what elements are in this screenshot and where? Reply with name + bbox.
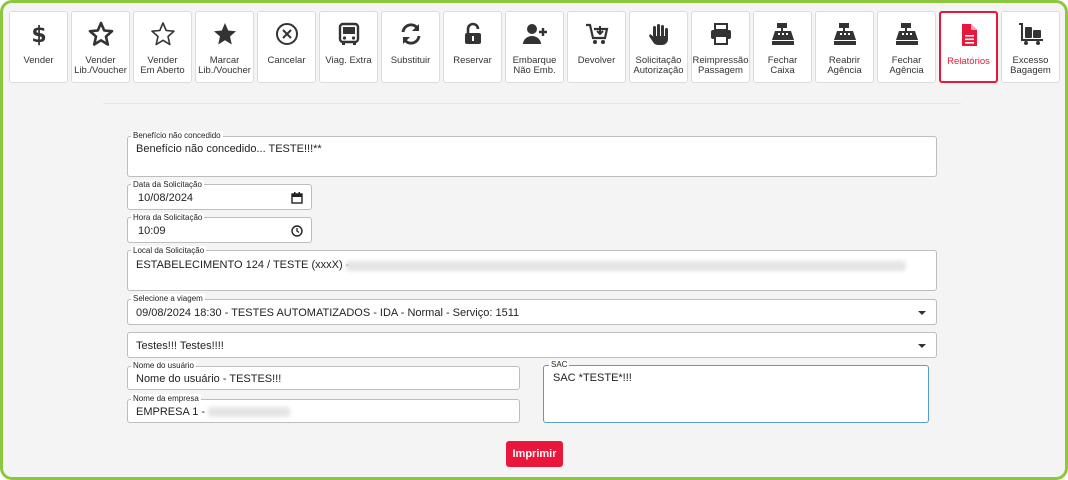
viagem-value: 09/08/2024 18:30 - TESTES AUTOMATIZADOS … [136,307,520,319]
cash-register-icon [832,12,858,56]
viagem-label: Selecione a viagem [131,294,205,303]
sac-textarea[interactable]: SAC *TESTE*!!! [543,365,929,423]
usuario-label: Nome do usuário [131,361,196,370]
dollar-icon: $ [26,12,52,56]
imprimir-button[interactable]: Imprimir [506,441,563,467]
toolbar-button-cancelar[interactable]: Cancelar [257,11,316,83]
empresa-value: EMPRESA 1 - [136,406,206,418]
empresa-label: Nome da empresa [131,394,201,403]
star-filled-icon [212,12,238,56]
toolbar-button-reservar[interactable]: Reservar [443,11,502,83]
toolbar-button-vender-lib-voucher[interactable]: Vender Lib./Voucher [71,11,130,83]
toolbar-button-relatorios[interactable]: Relatórios [939,11,998,83]
toolbar-label: Fechar Caixa [767,55,798,76]
data-value: 10/08/2024 [138,192,194,204]
beneficio-label: Benefício não concedido [131,131,223,140]
cash-register-icon [770,12,796,56]
toolbar-label: Vender [23,55,54,66]
toolbar-button-substituir[interactable]: Substituir [381,11,440,83]
usuario-value: Nome do usuário - TESTES!!! [136,373,282,385]
toolbar-button-reabrir-agencia[interactable]: Reabrir Agência [815,11,874,83]
toolbar-label: Embarque Não Emb. [512,55,557,76]
report-file-icon [956,13,982,57]
toolbar-label: Marcar Lib./Voucher [198,55,251,76]
chevron-down-icon [918,311,926,315]
unlock-icon [460,12,486,56]
svg-text:$: $ [31,23,46,47]
chevron-down-icon [918,344,926,348]
redacted-text [208,407,290,417]
toolbar-button-excesso-bagagem[interactable]: Excesso Bagagem [1001,11,1060,83]
toolbar-button-devolver[interactable]: Devolver [567,11,626,83]
hora-label: Hora da Solicitação [131,213,205,222]
toolbar-label: Viag. Extra [325,55,372,66]
divider [103,103,961,104]
printer-icon [708,12,734,56]
user-plus-icon [522,12,548,56]
cart-return-icon [584,12,610,56]
hora-value: 10:09 [138,225,166,237]
calendar-icon[interactable] [291,191,303,209]
toolbar-button-viag-extra[interactable]: Viag. Extra [319,11,378,83]
star-solid-icon [88,12,114,56]
redacted-text [346,261,906,271]
toolbar-label: Relatórios [947,56,990,67]
data-label: Data da Solicitação [131,180,204,189]
toolbar-label: Solicitação Autorização [633,55,684,76]
toolbar-button-vender[interactable]: $ Vender [9,11,68,83]
local-label: Local da Solicitação [131,246,207,255]
toolbar-label: Devolver [577,55,616,66]
toolbar-label: Reimpressão Passagem [692,55,749,76]
toolbar-button-fechar-caixa[interactable]: Fechar Caixa [753,11,812,83]
local-value: ESTABELECIMENTO 124 / TESTE (xxxX) - [136,259,350,271]
local-solicitacao-textarea[interactable]: ESTABELECIMENTO 124 / TESTE (xxxX) - [127,250,937,291]
cash-register-icon [894,12,920,56]
hand-icon [646,12,672,56]
sync-icon [398,12,424,56]
toolbar-button-marcar-lib-voucher[interactable]: Marcar Lib./Voucher [195,11,254,83]
toolbar-label: Substituir [390,55,431,66]
clock-icon[interactable] [291,224,303,242]
star-outline-icon [150,12,176,56]
sac-label: SAC [549,360,570,369]
sac-value: SAC *TESTE*!!! [553,372,632,384]
toolbar-button-solicitacao-autorizacao[interactable]: Solicitação Autorização [629,11,688,83]
toolbar-button-fechar-agencia[interactable]: Fechar Agência [877,11,936,83]
bus-icon [336,12,362,56]
toolbar-label: Reservar [453,55,492,66]
toolbar-button-embarque[interactable]: Embarque Não Emb. [505,11,564,83]
toolbar-button-reimpressao-passagem[interactable]: Reimpressão Passagem [691,11,750,83]
app-frame: $ Vender Vender Lib./Voucher Vender Em A… [0,0,1068,480]
luggage-cart-icon [1018,12,1044,56]
toolbar-label: Vender Em Aberto [140,55,185,76]
toolbar-label: Fechar Agência [889,55,924,76]
viagem-select[interactable]: 09/08/2024 18:30 - TESTES AUTOMATIZADOS … [127,299,937,325]
toolbar-label: Reabrir Agência [827,55,862,76]
toolbar-label: Excesso Bagagem [1010,55,1051,76]
cancel-circle-icon [274,12,300,56]
testes-value: Testes!!! Testes!!!! [136,340,224,352]
toolbar-label: Vender Lib./Voucher [74,55,127,76]
testes-select[interactable]: Testes!!! Testes!!!! [127,332,937,358]
toolbar: $ Vender Vender Lib./Voucher Vender Em A… [9,11,1063,89]
toolbar-button-vender-em-aberto[interactable]: Vender Em Aberto [133,11,192,83]
beneficio-value: Benefício não concedido... TESTE!!!** [136,143,322,155]
beneficio-textarea[interactable]: Benefício não concedido... TESTE!!!** [127,136,937,177]
toolbar-label: Cancelar [267,55,306,66]
